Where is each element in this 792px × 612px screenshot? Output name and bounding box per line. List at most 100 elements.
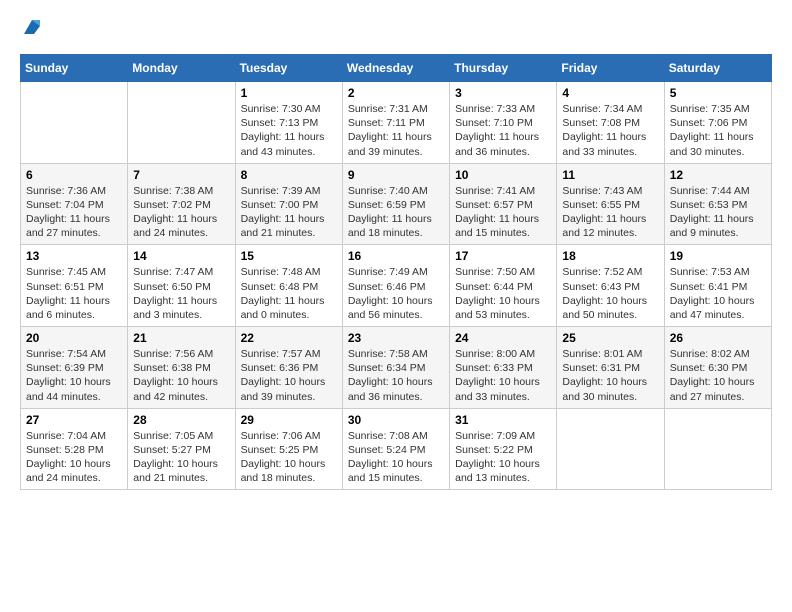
day-info: Sunrise: 7:41 AMSunset: 6:57 PMDaylight:… — [455, 184, 551, 241]
calendar-cell: 30 Sunrise: 7:08 AMSunset: 5:24 PMDayligh… — [342, 408, 449, 490]
calendar-week-row: 27Sunrise: 7:04 AMSunset: 5:28 PMDayligh… — [21, 408, 772, 490]
calendar-cell: 14Sunrise: 7:47 AMSunset: 6:50 PMDayligh… — [128, 245, 235, 327]
day-number: 2 — [348, 86, 444, 100]
day-number: 13 — [26, 249, 122, 263]
day-info: Sunrise: 7:43 AMSunset: 6:55 PMDaylight:… — [562, 184, 658, 241]
calendar-cell: 12 Sunrise: 7:44 AMSunset: 6:53 PMDayligh… — [664, 163, 771, 245]
day-number: 28 — [133, 413, 229, 427]
day-info: Sunrise: 7:57 AMSunset: 6:36 PMDaylight:… — [241, 347, 337, 404]
day-number: 14 — [133, 249, 229, 263]
day-info: Sunrise: 7:09 AMSunset: 5:22 PMDaylight:… — [455, 429, 551, 486]
day-info: Sunrise: 7:44 AMSunset: 6:53 PMDaylight:… — [670, 184, 766, 241]
day-info: Sunrise: 7:35 AMSunset: 7:06 PMDaylight:… — [670, 102, 766, 159]
calendar-cell — [128, 82, 235, 164]
weekday-header: Saturday — [664, 55, 771, 82]
logo — [20, 20, 42, 38]
day-info: Sunrise: 8:01 AMSunset: 6:31 PMDaylight:… — [562, 347, 658, 404]
day-info: Sunrise: 7:53 AMSunset: 6:41 PMDaylight:… — [670, 265, 766, 322]
day-number: 18 — [562, 249, 658, 263]
day-number: 31 — [455, 413, 551, 427]
calendar-cell: 24 Sunrise: 8:00 AMSunset: 6:33 PMDayligh… — [450, 327, 557, 409]
day-number: 4 — [562, 86, 658, 100]
calendar-cell: 5 Sunrise: 7:35 AMSunset: 7:06 PMDaylight… — [664, 82, 771, 164]
calendar-cell: 7 Sunrise: 7:38 AMSunset: 7:02 PMDaylight… — [128, 163, 235, 245]
calendar-cell: 1 Sunrise: 7:30 AMSunset: 7:13 PMDaylight… — [235, 82, 342, 164]
day-info: Sunrise: 7:40 AMSunset: 6:59 PMDaylight:… — [348, 184, 444, 241]
weekday-header: Sunday — [21, 55, 128, 82]
calendar-cell: 17 Sunrise: 7:50 AMSunset: 6:44 PMDayligh… — [450, 245, 557, 327]
day-info: Sunrise: 7:38 AMSunset: 7:02 PMDaylight:… — [133, 184, 229, 241]
day-number: 23 — [348, 331, 444, 345]
calendar-cell: 3 Sunrise: 7:33 AMSunset: 7:10 PMDaylight… — [450, 82, 557, 164]
page-header — [20, 20, 772, 38]
day-info: Sunrise: 7:30 AMSunset: 7:13 PMDaylight:… — [241, 102, 337, 159]
weekday-header: Monday — [128, 55, 235, 82]
calendar-cell — [664, 408, 771, 490]
day-info: Sunrise: 7:58 AMSunset: 6:34 PMDaylight:… — [348, 347, 444, 404]
day-number: 7 — [133, 168, 229, 182]
day-number: 12 — [670, 168, 766, 182]
day-number: 16 — [348, 249, 444, 263]
calendar-cell: 28 Sunrise: 7:05 AMSunset: 5:27 PMDayligh… — [128, 408, 235, 490]
day-info: Sunrise: 7:45 AMSunset: 6:51 PMDaylight:… — [26, 265, 122, 322]
calendar-cell: 27Sunrise: 7:04 AMSunset: 5:28 PMDayligh… — [21, 408, 128, 490]
calendar-cell: 4Sunrise: 7:34 AMSunset: 7:08 PMDaylight… — [557, 82, 664, 164]
calendar-cell: 13 Sunrise: 7:45 AMSunset: 6:51 PMDayligh… — [21, 245, 128, 327]
day-info: Sunrise: 8:02 AMSunset: 6:30 PMDaylight:… — [670, 347, 766, 404]
day-number: 15 — [241, 249, 337, 263]
calendar-cell: 2 Sunrise: 7:31 AMSunset: 7:11 PMDaylight… — [342, 82, 449, 164]
calendar-cell: 18 Sunrise: 7:52 AMSunset: 6:43 PMDayligh… — [557, 245, 664, 327]
calendar-week-row: 6Sunrise: 7:36 AMSunset: 7:04 PMDaylight… — [21, 163, 772, 245]
day-info: Sunrise: 7:49 AMSunset: 6:46 PMDaylight:… — [348, 265, 444, 322]
calendar-cell — [557, 408, 664, 490]
day-info: Sunrise: 7:05 AMSunset: 5:27 PMDaylight:… — [133, 429, 229, 486]
day-info: Sunrise: 7:52 AMSunset: 6:43 PMDaylight:… — [562, 265, 658, 322]
day-number: 21 — [133, 331, 229, 345]
day-number: 8 — [241, 168, 337, 182]
weekday-header-row: SundayMondayTuesdayWednesdayThursdayFrid… — [21, 55, 772, 82]
day-number: 17 — [455, 249, 551, 263]
day-info: Sunrise: 7:06 AMSunset: 5:25 PMDaylight:… — [241, 429, 337, 486]
day-number: 25 — [562, 331, 658, 345]
day-number: 5 — [670, 86, 766, 100]
day-info: Sunrise: 7:56 AMSunset: 6:38 PMDaylight:… — [133, 347, 229, 404]
day-info: Sunrise: 7:31 AMSunset: 7:11 PMDaylight:… — [348, 102, 444, 159]
calendar-cell: 21 Sunrise: 7:56 AMSunset: 6:38 PMDayligh… — [128, 327, 235, 409]
weekday-header: Friday — [557, 55, 664, 82]
day-number: 26 — [670, 331, 766, 345]
weekday-header: Thursday — [450, 55, 557, 82]
day-info: Sunrise: 7:33 AMSunset: 7:10 PMDaylight:… — [455, 102, 551, 159]
calendar-table: SundayMondayTuesdayWednesdayThursdayFrid… — [20, 54, 772, 490]
day-info: Sunrise: 7:50 AMSunset: 6:44 PMDaylight:… — [455, 265, 551, 322]
calendar-cell: 9 Sunrise: 7:40 AMSunset: 6:59 PMDaylight… — [342, 163, 449, 245]
day-number: 24 — [455, 331, 551, 345]
calendar-cell: 6Sunrise: 7:36 AMSunset: 7:04 PMDaylight… — [21, 163, 128, 245]
calendar-cell: 26 Sunrise: 8:02 AMSunset: 6:30 PMDayligh… — [664, 327, 771, 409]
day-number: 20 — [26, 331, 122, 345]
calendar-cell: 23 Sunrise: 7:58 AMSunset: 6:34 PMDayligh… — [342, 327, 449, 409]
calendar-cell: 16 Sunrise: 7:49 AMSunset: 6:46 PMDayligh… — [342, 245, 449, 327]
calendar-cell: 11Sunrise: 7:43 AMSunset: 6:55 PMDayligh… — [557, 163, 664, 245]
day-number: 3 — [455, 86, 551, 100]
calendar-cell: 29 Sunrise: 7:06 AMSunset: 5:25 PMDayligh… — [235, 408, 342, 490]
day-info: Sunrise: 8:00 AMSunset: 6:33 PMDaylight:… — [455, 347, 551, 404]
day-number: 9 — [348, 168, 444, 182]
day-info: Sunrise: 7:48 AMSunset: 6:48 PMDaylight:… — [241, 265, 337, 322]
day-number: 6 — [26, 168, 122, 182]
day-number: 1 — [241, 86, 337, 100]
day-number: 29 — [241, 413, 337, 427]
day-info: Sunrise: 7:08 AMSunset: 5:24 PMDaylight:… — [348, 429, 444, 486]
calendar-cell: 8 Sunrise: 7:39 AMSunset: 7:00 PMDaylight… — [235, 163, 342, 245]
calendar-cell — [21, 82, 128, 164]
calendar-cell: 31 Sunrise: 7:09 AMSunset: 5:22 PMDayligh… — [450, 408, 557, 490]
day-number: 30 — [348, 413, 444, 427]
calendar-week-row: 13 Sunrise: 7:45 AMSunset: 6:51 PMDayligh… — [21, 245, 772, 327]
logo-icon — [22, 18, 42, 38]
calendar-cell: 15 Sunrise: 7:48 AMSunset: 6:48 PMDayligh… — [235, 245, 342, 327]
calendar-week-row: 1 Sunrise: 7:30 AMSunset: 7:13 PMDaylight… — [21, 82, 772, 164]
day-info: Sunrise: 7:54 AMSunset: 6:39 PMDaylight:… — [26, 347, 122, 404]
day-number: 27 — [26, 413, 122, 427]
day-info: Sunrise: 7:39 AMSunset: 7:00 PMDaylight:… — [241, 184, 337, 241]
day-number: 10 — [455, 168, 551, 182]
calendar-cell: 25 Sunrise: 8:01 AMSunset: 6:31 PMDayligh… — [557, 327, 664, 409]
